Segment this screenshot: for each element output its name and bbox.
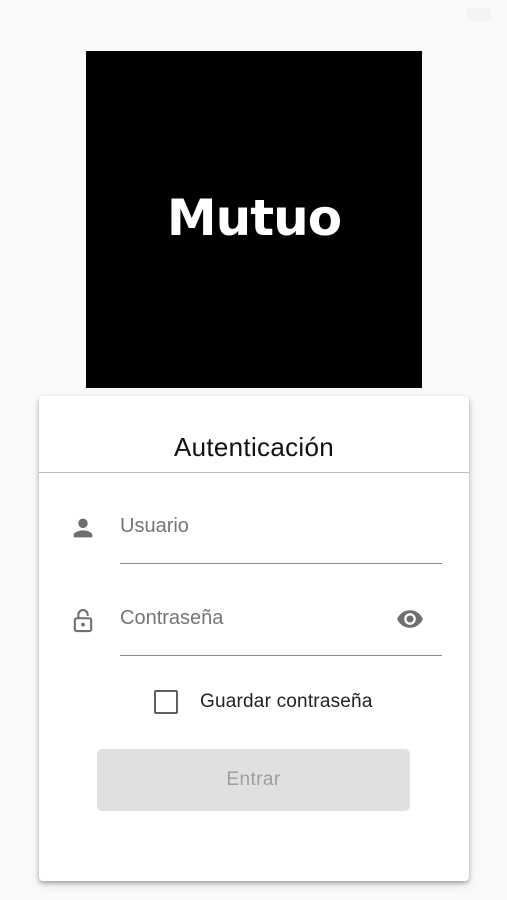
card-title: Autenticación	[173, 432, 334, 462]
app-logo: Mutuo	[86, 51, 422, 388]
battery-icon	[467, 8, 491, 21]
password-input[interactable]	[120, 598, 380, 638]
title-divider	[39, 472, 469, 473]
username-field	[39, 504, 469, 564]
login-button[interactable]: Entrar	[97, 749, 410, 811]
remember-password-label[interactable]: Guardar contraseña	[200, 691, 373, 713]
lock-icon	[73, 609, 93, 633]
login-card: Autenticación Guardar contraseña	[39, 396, 469, 881]
eye-icon[interactable]	[396, 605, 424, 633]
status-bar	[0, 0, 507, 28]
person-icon	[73, 518, 93, 538]
logo-text: Mutuo	[166, 188, 342, 247]
login-screen: Mutuo Autenticación Guardar	[0, 0, 507, 900]
password-field	[39, 596, 469, 656]
remember-password-row: Guardar contraseña	[154, 689, 373, 715]
password-underline	[120, 655, 442, 656]
remember-password-checkbox[interactable]	[154, 690, 178, 714]
username-input[interactable]	[120, 506, 380, 546]
username-underline	[120, 563, 442, 564]
